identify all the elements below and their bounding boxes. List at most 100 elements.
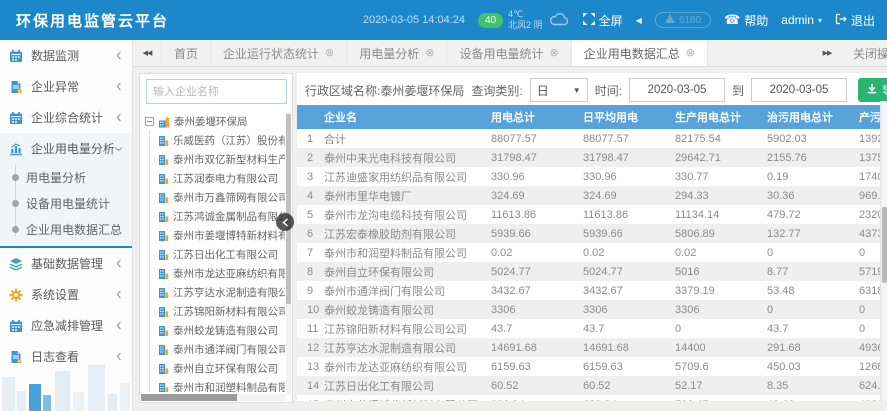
table-row[interactable]: 5泰州市龙沟电缆科技有限公司11613.8611613.8611134.1447…: [297, 205, 887, 224]
tree-node-label: 江苏亨达水泥制造有限公司: [173, 285, 285, 300]
table-body: 1合计88077.5788077.5782175.545902.031392.3…: [297, 129, 887, 401]
sidebar-item-label: 企业异常: [31, 78, 79, 95]
username: admin: [781, 13, 814, 27]
tree-company-node[interactable]: 乐威医药（江苏）股份有限公司: [158, 131, 285, 150]
sidebar-item-8[interactable]: 日志查看: [0, 341, 132, 372]
table-row[interactable]: 2泰州中来光电科技有限公司31798.4731798.4729642.71215…: [297, 148, 887, 167]
tab-3[interactable]: 用电量分析⊗: [347, 40, 447, 66]
table-row[interactable]: 11江苏锦阳新材料有限公司公司43.743.7043.70: [297, 319, 887, 338]
company-tree-panel: 泰州姜堰环保局乐威医药（江苏）股份有限公司泰州市双亿新型材料生产有限公司江苏润泰…: [139, 73, 293, 403]
table-row[interactable]: 15泰州市姜堰城北新材料有限公司620.84620.84738.4543.684…: [297, 395, 887, 401]
alarm-count-badge[interactable]: 6180: [655, 12, 711, 28]
fullscreen-button[interactable]: 全屏: [583, 12, 623, 29]
table-row[interactable]: 12江苏亨达水泥制造有限公司14691.6814691.6814400291.6…: [297, 338, 887, 357]
tree-company-node[interactable]: 江苏日出化工有限公司: [158, 245, 285, 264]
date-from-input[interactable]: [629, 78, 725, 102]
sidebar-item-6[interactable]: 系统设置: [0, 279, 132, 310]
building-icon: [158, 363, 169, 375]
tab-label: 企业用电数据汇总: [584, 45, 680, 62]
cell-value: 5024.77: [482, 266, 574, 278]
help-button[interactable]: ☎ 帮助: [724, 12, 768, 29]
tab-label: 企业运行状态统计: [223, 45, 319, 62]
tab-4[interactable]: 设备用电量统计⊗: [447, 40, 571, 66]
app-title: 环保用电监管云平台: [0, 10, 235, 31]
table-row[interactable]: 7泰州市和润塑料制品有限公司0.020.020.0200: [297, 243, 887, 262]
column-header: 企业名: [297, 109, 482, 125]
tree-company-node[interactable]: 泰州蛟龙铸造有限公司: [158, 321, 285, 340]
cell-value: 0.02: [482, 247, 574, 259]
tree-company-node[interactable]: 泰州市双亿新型材料生产有限公司: [158, 150, 285, 169]
tree-company-node[interactable]: 泰州市通洋阀门有限公司: [158, 340, 285, 359]
tree-company-node[interactable]: 泰州自立环保有限公司: [158, 359, 285, 378]
tree-root-node[interactable]: 泰州姜堰环保局: [145, 112, 285, 131]
table-row[interactable]: 4泰州市里华电镀厂324.69324.69294.3330.36969.47: [297, 186, 887, 205]
table-row[interactable]: 3江苏迪盛家用纺织品有限公司330.96330.96330.770.191740…: [297, 167, 887, 186]
tab-close-icon[interactable]: ⊗: [686, 48, 695, 58]
tree-company-node[interactable]: 泰州市龙达亚麻纺织有限公司: [158, 264, 285, 283]
tree-company-node[interactable]: 江苏润泰电力有限公司: [158, 169, 285, 188]
tab-1[interactable]: 首页: [161, 40, 211, 66]
cell-value: 43.68: [758, 399, 850, 402]
tree-company-node[interactable]: 江苏亨达水泥制造有限公司: [158, 283, 285, 302]
tabs-scroll-left-button[interactable]: ◀◀: [133, 40, 161, 66]
sidebar-item-2[interactable]: 企业异常: [0, 71, 132, 102]
tab-2[interactable]: 企业运行状态统计 ⊗: [211, 40, 347, 66]
table-vertical-scrollbar[interactable]: [880, 101, 887, 401]
tree-collapse-button[interactable]: [276, 213, 294, 231]
sidebar-item-7[interactable]: 应急减排管理: [0, 310, 132, 341]
row-index: 5: [297, 209, 324, 221]
cell-value: 31798.47: [482, 152, 574, 164]
sidebar-subitem[interactable]: 用电量分析: [0, 164, 132, 190]
table-row[interactable]: 9泰州市通洋阀门有限公司3432.673432.673379.1953.4863…: [297, 281, 887, 300]
cell-value: 11613.86: [482, 209, 574, 221]
user-menu[interactable]: admin ▾: [781, 13, 822, 27]
table-row[interactable]: 8泰州自立环保有限公司5024.775024.7750168.7757194.9…: [297, 262, 887, 281]
building-icon: [158, 325, 169, 337]
company-search-input[interactable]: [146, 79, 287, 104]
tree-company-node[interactable]: 泰州市姜堰博特新材料有限公司: [158, 226, 285, 245]
tab-close-icon[interactable]: ⊗: [550, 48, 559, 58]
cell-value: 5016: [666, 266, 758, 278]
tree-company-node[interactable]: 泰州市万鑫筛网有限公司: [158, 188, 285, 207]
tree-node-label: 江苏鸿诚金属制品有限公司: [173, 209, 285, 224]
cell-value: 82175.54: [666, 133, 758, 145]
query-type-select[interactable]: 日 ▼: [530, 78, 588, 102]
cell-value: 291.68: [758, 342, 850, 354]
close-actions-menu[interactable]: 关闭操作: [853, 45, 887, 62]
sidebar-item-5[interactable]: 基础数据管理: [0, 248, 132, 279]
sidebar-subitem[interactable]: 设备用电量统计: [0, 190, 132, 216]
tab-5[interactable]: 企业用电数据汇总 ⊗: [572, 40, 708, 66]
collapse-expander-icon[interactable]: [145, 117, 154, 126]
building-icon: [158, 192, 169, 204]
table-row[interactable]: 6江苏宏泰橡胶助剂有限公司5939.665939.665806.89132.77…: [297, 224, 887, 243]
export-button[interactable]: 导出: [858, 78, 887, 102]
cell-value: 0.02: [574, 247, 666, 259]
logout-button[interactable]: 退出: [835, 12, 875, 29]
building-icon: [158, 382, 169, 393]
building-icon: [158, 173, 169, 185]
cell-value: 738.45: [666, 399, 758, 402]
sidebar-item-4[interactable]: 企业用电量分析: [0, 133, 132, 164]
tab-close-icon[interactable]: ⊗: [325, 48, 334, 58]
chevron-left-icon: [115, 259, 123, 268]
table-row[interactable]: 13泰州市龙达亚麻纺织有限公司6159.636159.635709.6450.0…: [297, 357, 887, 376]
sidebar-subitem[interactable]: 企业用电数据汇总: [0, 216, 132, 242]
cell-value: 0.19: [758, 171, 850, 183]
sidebar-item-1[interactable]: 数据监测: [0, 40, 132, 71]
row-index: 3: [297, 171, 324, 183]
tabs-scroll-right-button[interactable]: ▶▶: [813, 49, 841, 57]
table-row[interactable]: 10泰州蛟龙铸造有限公司33063306330600: [297, 300, 887, 319]
tree-vertical-scrollbar[interactable]: [286, 112, 291, 395]
cell-value: 29642.71: [666, 152, 758, 164]
tree-company-node[interactable]: 江苏锦阳新材料有限公司公司: [158, 302, 285, 321]
table-row[interactable]: 14江苏日出化工有限公司60.5260.5252.178.35624.79: [297, 376, 887, 395]
table-row[interactable]: 1合计88077.5788077.5782175.545902.031392.3…: [297, 129, 887, 148]
mute-icon[interactable]: ◀: [636, 16, 642, 25]
date-to-input[interactable]: [751, 78, 847, 102]
tab-close-icon[interactable]: ⊗: [425, 48, 434, 58]
tree-horizontal-scrollbar[interactable]: [141, 394, 285, 401]
tree-company-node[interactable]: 江苏鸿诚金属制品有限公司: [158, 207, 285, 226]
tree-company-node[interactable]: 泰州市和润塑料制品有限公司: [158, 378, 285, 392]
chevron-left-icon: [115, 82, 123, 91]
sidebar-item-3[interactable]: 企业综合统计: [0, 102, 132, 133]
